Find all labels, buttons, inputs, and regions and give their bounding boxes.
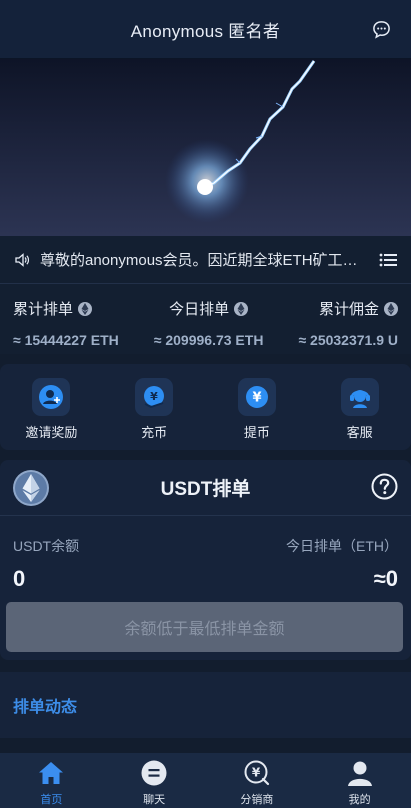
action-label: 充币 [141, 425, 168, 440]
eth-icon [234, 301, 249, 316]
quick-actions: 邀请奖励 ¥ 充币 ¥ 提币 客服 [0, 364, 411, 450]
tab-home[interactable]: 首页 [11, 759, 91, 807]
invite-reward-button[interactable]: 邀请奖励 [11, 378, 91, 441]
today-orders-value: ≈0 [373, 566, 398, 591]
lightning-banner-image [0, 59, 411, 236]
tab-distributor[interactable]: ¥ 分销商 [217, 759, 297, 807]
announcement-bar[interactable]: 尊敬的anonymous会员。因近期全球ETH矿工… [0, 236, 411, 284]
tab-label: 我的 [348, 794, 371, 806]
order-dynamics-title: 排单动态 [13, 699, 78, 716]
tab-label: 聊天 [143, 794, 166, 806]
stats-row: 累计排单 ≈ 15444227 ETH 今日排单 ≈ 209996.73 ETH… [0, 284, 411, 354]
customer-service-button[interactable]: 客服 [320, 378, 400, 441]
eth-icon [78, 301, 93, 316]
withdraw-button[interactable]: ¥ 提币 [217, 378, 297, 441]
deposit-button[interactable]: ¥ 充币 [114, 378, 194, 441]
top-bar: Anonymous 匿名者 [0, 0, 411, 59]
svg-text:¥: ¥ [252, 391, 261, 406]
stat-label: 今日排单 [169, 301, 230, 318]
tab-label: 首页 [40, 794, 63, 806]
hero-banner[interactable] [0, 59, 411, 236]
announcement-text: 尊敬的anonymous会员。因近期全球ETH矿工… [40, 252, 358, 269]
customer-service-icon [349, 390, 370, 408]
stat-label: 累计排单 [13, 301, 74, 318]
svg-text:¥: ¥ [150, 390, 158, 403]
balance-value: 0 [13, 566, 26, 591]
stat-total-commission: 累计佣金 ≈ 25032371.9 U [298, 298, 398, 354]
usdt-card-header: USDT排单 [0, 460, 411, 516]
action-label: 提币 [243, 425, 270, 440]
ethereum-logo-icon [13, 470, 49, 506]
action-label: 客服 [346, 425, 373, 440]
stat-value: ≈ 25032371.9 U [298, 332, 398, 348]
tab-profile[interactable]: 我的 [320, 759, 400, 807]
svg-text:¥: ¥ [252, 766, 261, 780]
list-icon[interactable] [379, 253, 397, 267]
tab-label: 分销商 [240, 794, 274, 806]
bottom-tab-bar: 首页 聊天 ¥ 分销商 我的 [0, 753, 411, 808]
help-icon[interactable] [371, 473, 398, 500]
profile-icon [347, 761, 372, 786]
action-label: 邀请奖励 [25, 425, 78, 440]
order-dynamics-section: 排单动态 [0, 672, 411, 738]
page-title: Anonymous 匿名者 [130, 21, 281, 41]
speaker-icon [15, 252, 30, 267]
deposit-coin-icon: ¥ [144, 386, 165, 408]
stat-label: 累计佣金 [318, 301, 379, 318]
stat-value: ≈ 15444227 ETH [13, 332, 119, 348]
usdt-card-title: USDT排单 [160, 479, 251, 500]
invite-user-icon [39, 385, 64, 409]
today-orders-label: 今日排单（ETH） [286, 538, 398, 554]
chat-icon [141, 760, 167, 786]
home-icon [39, 762, 64, 784]
distributor-icon: ¥ [244, 760, 269, 786]
tab-chat[interactable]: 聊天 [114, 759, 194, 807]
balance-row: USDT余额 0 今日排单（ETH） ≈0 [0, 516, 411, 592]
eth-icon [384, 301, 398, 316]
stat-today-orders: 今日排单 ≈ 209996.73 ETH [154, 298, 264, 354]
chat-bubble-icon[interactable] [372, 20, 391, 39]
balance-label: USDT余额 [13, 538, 80, 554]
stat-value: ≈ 209996.73 ETH [153, 332, 264, 348]
stat-total-orders: 累计排单 ≈ 15444227 ETH [13, 298, 119, 354]
usdt-order-card: USDT排单 USDT余额 0 今日排单（ETH） ≈0 余额低于最低排单金额 [0, 460, 411, 660]
place-order-button[interactable]: 余额低于最低排单金额 [6, 602, 403, 652]
today-orders-eth: 今日排单（ETH） ≈0 [286, 536, 398, 592]
withdraw-coin-icon: ¥ [245, 386, 268, 408]
app-root: Anonymous 匿名者 尊敬的anonymous会员。因近期全球ETH矿工…… [0, 0, 411, 808]
usdt-balance: USDT余额 0 [13, 536, 79, 592]
